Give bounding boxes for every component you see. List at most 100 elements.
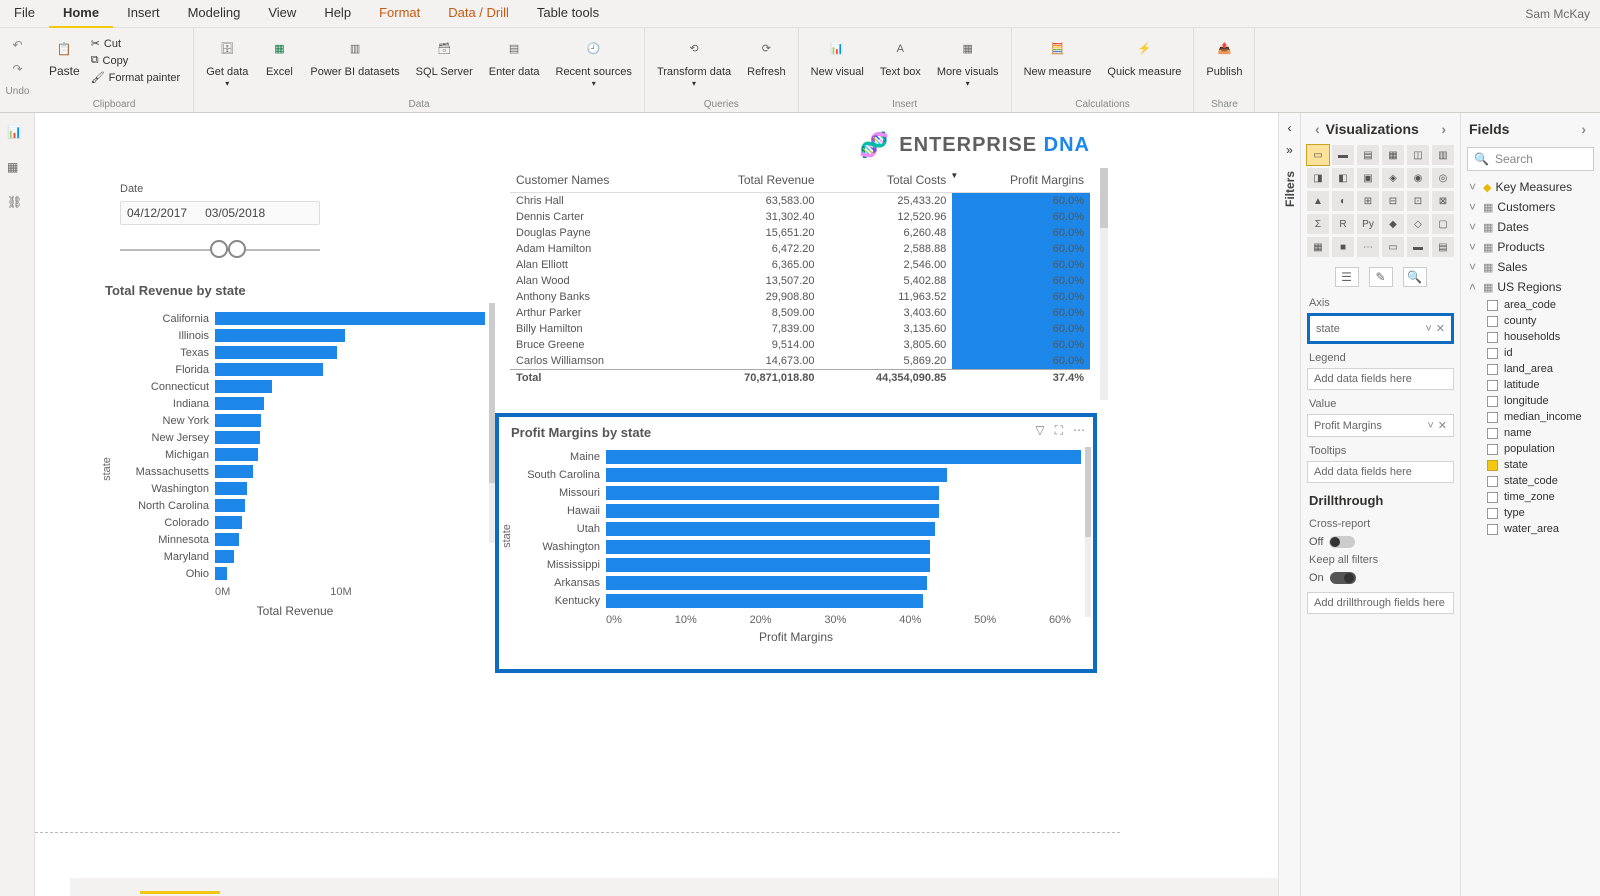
refresh-button[interactable]: ⟳Refresh — [743, 32, 790, 80]
checkbox[interactable] — [1487, 444, 1498, 455]
checkbox[interactable] — [1487, 332, 1498, 343]
th-revenue[interactable]: Total Revenue — [679, 168, 821, 193]
field-item[interactable]: land_area — [1467, 361, 1594, 377]
drillthrough-field-well[interactable]: Add drillthrough fields here — [1307, 592, 1454, 614]
report-view-icon[interactable]: 📊 — [7, 125, 27, 145]
menu-insert[interactable]: Insert — [113, 0, 174, 28]
field-item[interactable]: longitude — [1467, 393, 1594, 409]
group-customers[interactable]: ˅▦Customers — [1467, 197, 1594, 217]
th-customer[interactable]: Customer Names — [510, 168, 679, 193]
viz-type-icon[interactable]: ▭ — [1307, 145, 1329, 165]
remove-axis-icon[interactable]: ✕ — [1436, 322, 1445, 335]
group-us-regions[interactable]: ˄▦US Regions — [1467, 277, 1594, 297]
group-products[interactable]: ˅▦Products — [1467, 237, 1594, 257]
format-tab-icon[interactable]: ✎ — [1369, 267, 1393, 287]
viz-type-icon[interactable]: ▤ — [1432, 237, 1454, 257]
field-item[interactable]: water_area — [1467, 521, 1594, 537]
checkbox[interactable] — [1487, 412, 1498, 423]
format-painter-button[interactable]: 🖌 Format painter — [90, 70, 182, 85]
slider-handle-left[interactable] — [210, 240, 228, 258]
viz-type-icon[interactable]: ◇ — [1407, 214, 1429, 234]
pbi-datasets-button[interactable]: ▥Power BI datasets — [306, 32, 403, 80]
paste-button[interactable]: 📋 Paste — [43, 32, 86, 89]
checkbox[interactable] — [1487, 316, 1498, 327]
field-item[interactable]: median_income — [1467, 409, 1594, 425]
filters-pane-collapsed[interactable]: ‹ » Filters — [1278, 113, 1300, 896]
field-item[interactable]: population — [1467, 441, 1594, 457]
slider-handle-right[interactable] — [228, 240, 246, 258]
viz-type-icon[interactable]: ◐ — [1332, 191, 1354, 211]
table-scrollbar[interactable] — [1100, 168, 1108, 400]
checkbox[interactable] — [1487, 364, 1498, 375]
checkbox[interactable] — [1487, 428, 1498, 439]
table-row[interactable]: Arthur Parker8,509.003,403.6060.0% — [510, 305, 1090, 321]
redo-icon[interactable]: ↷ — [12, 62, 22, 76]
chevron-right-icon[interactable]: › — [1581, 121, 1586, 137]
viz-type-icon[interactable]: ▬ — [1407, 237, 1429, 257]
cut-button[interactable]: ✂ Cut — [90, 36, 182, 51]
viz-type-icon[interactable]: ◨ — [1307, 168, 1329, 188]
viz-type-icon[interactable]: Py — [1357, 214, 1379, 234]
axis-field-well[interactable]: state˅✕ — [1307, 313, 1454, 344]
viz-type-icon[interactable]: ⊞ — [1357, 191, 1379, 211]
table-row[interactable]: Adam Hamilton6,472.202,588.8860.0% — [510, 241, 1090, 257]
field-item[interactable]: state_code — [1467, 473, 1594, 489]
chevron-left-icon[interactable]: ‹ — [1315, 121, 1320, 137]
expand-icon[interactable]: » — [1286, 143, 1293, 157]
checkbox[interactable] — [1487, 476, 1498, 487]
value-field-well[interactable]: Profit Margins˅✕ — [1307, 414, 1454, 437]
fields-tab-icon[interactable]: ☰ — [1335, 267, 1359, 287]
focus-icon[interactable]: ⛶ — [1055, 423, 1063, 438]
quick-measure-button[interactable]: ⚡Quick measure — [1103, 32, 1185, 80]
viz-type-icon[interactable]: ⋯ — [1357, 237, 1379, 257]
checkbox[interactable] — [1487, 380, 1498, 391]
more-options-icon[interactable]: ⋯ — [1073, 423, 1085, 438]
group-sales[interactable]: ˅▦Sales — [1467, 257, 1594, 277]
viz-type-icon[interactable]: ◆ — [1382, 214, 1404, 234]
field-item[interactable]: id — [1467, 345, 1594, 361]
checkbox[interactable] — [1487, 508, 1498, 519]
table-row[interactable]: Dennis Carter31,302.4012,520.9660.0% — [510, 209, 1090, 225]
sql-server-button[interactable]: 🗃SQL Server — [412, 32, 477, 80]
menu-format[interactable]: Format — [365, 0, 434, 28]
viz-type-icon[interactable]: ▦ — [1307, 237, 1329, 257]
viz-type-icon[interactable]: ⊟ — [1382, 191, 1404, 211]
menu-data-drill[interactable]: Data / Drill — [434, 0, 523, 28]
excel-button[interactable]: ▦Excel — [260, 32, 298, 80]
group-dates[interactable]: ˅▦Dates — [1467, 217, 1594, 237]
table-row[interactable]: Anthony Banks29,908.8011,963.5260.0% — [510, 289, 1090, 305]
viz-type-icon[interactable]: ▬ — [1332, 145, 1354, 165]
viz-type-icon[interactable]: ◎ — [1432, 168, 1454, 188]
table-row[interactable]: Carlos Williamson14,673.005,869.2060.0% — [510, 353, 1090, 370]
undo-icon[interactable]: ↶ — [12, 38, 22, 52]
new-visual-button[interactable]: 📊New visual — [807, 32, 868, 80]
transform-data-button[interactable]: ⟲Transform data▾ — [653, 32, 735, 91]
filter-icon[interactable]: ▽ — [1035, 423, 1044, 438]
chart2-scrollbar[interactable] — [1085, 447, 1091, 617]
th-costs[interactable]: Total Costs — [821, 168, 953, 193]
report-canvas[interactable]: 🧬 ENTERPRISE DNA Date 04/12/2017 03/05/2… — [35, 113, 1120, 833]
viz-type-icon[interactable]: ▲ — [1307, 191, 1329, 211]
date-slicer[interactable]: Date 04/12/2017 03/05/2018 — [120, 183, 320, 265]
chart-revenue-by-state[interactable]: state Total Revenue by state CaliforniaI… — [105, 283, 485, 643]
chevron-right-icon[interactable]: › — [1441, 121, 1446, 137]
menu-view[interactable]: View — [254, 0, 310, 28]
tooltips-field-well[interactable]: Add data fields here — [1307, 461, 1454, 483]
viz-type-icon[interactable]: ■ — [1332, 237, 1354, 257]
menu-home[interactable]: Home — [49, 0, 113, 28]
viz-type-icon[interactable]: R — [1332, 214, 1354, 234]
viz-type-icon[interactable]: ◈ — [1382, 168, 1404, 188]
field-item[interactable]: time_zone — [1467, 489, 1594, 505]
keep-filters-toggle[interactable] — [1330, 572, 1356, 584]
recent-sources-button[interactable]: 🕘Recent sources▾ — [552, 32, 636, 91]
table-row[interactable]: Alan Elliott6,365.002,546.0060.0% — [510, 257, 1090, 273]
viz-type-icon[interactable]: ◉ — [1407, 168, 1429, 188]
table-row[interactable]: Alan Wood13,507.205,402.8860.0% — [510, 273, 1090, 289]
collapse-icon[interactable]: ‹ — [1288, 121, 1292, 135]
remove-value-icon[interactable]: ✕ — [1438, 419, 1447, 432]
viz-type-icon[interactable]: ▦ — [1382, 145, 1404, 165]
menu-file[interactable]: File — [0, 0, 49, 28]
th-margins[interactable]: ▼Profit Margins — [952, 168, 1090, 193]
table-row[interactable]: Chris Hall63,583.0025,433.2060.0% — [510, 193, 1090, 210]
field-item[interactable]: latitude — [1467, 377, 1594, 393]
